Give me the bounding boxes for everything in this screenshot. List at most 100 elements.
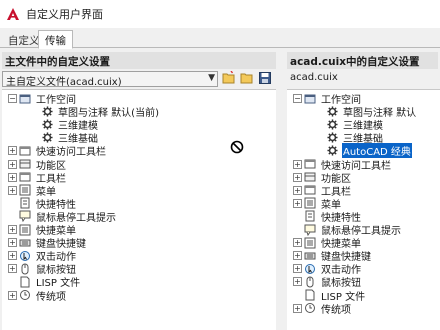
right-tree-item[interactable]: + 快捷菜单 — [293, 236, 362, 250]
left-tree-item[interactable]: + 传统项 — [8, 289, 67, 303]
mouse-icon — [304, 276, 316, 288]
expand-icon[interactable]: + — [293, 264, 302, 274]
right-tree-item[interactable]: 三维建模 — [315, 118, 384, 132]
left-tree-item[interactable]: 鼠标悬停工具提示 — [8, 210, 117, 224]
expand-icon[interactable]: + — [8, 159, 17, 169]
legacy-icon — [19, 289, 31, 301]
menu-icon — [304, 197, 316, 209]
tooltip-icon — [304, 224, 316, 236]
toolbar-icon — [19, 171, 31, 183]
gear-icon — [326, 119, 338, 131]
expand-icon[interactable]: + — [293, 185, 302, 195]
lisp-file-icon — [304, 289, 316, 301]
right-tree-item[interactable]: + 鼠标按钮 — [293, 275, 362, 289]
left-tree-item[interactable]: + 工具栏 — [8, 171, 67, 185]
expand-icon[interactable]: + — [293, 238, 302, 248]
left-tree-item[interactable]: 快捷特性 — [8, 197, 77, 211]
right-tree-item[interactable]: + 工具栏 — [293, 184, 352, 198]
expand-icon[interactable]: + — [293, 159, 302, 169]
properties-icon — [19, 197, 31, 209]
gear-icon — [326, 132, 338, 144]
right-tree-item[interactable]: LISP 文件 — [293, 289, 366, 303]
window-title: 自定义用户界面 — [26, 8, 103, 21]
lisp-file-icon — [19, 276, 31, 288]
left-panel: 主文件中的自定义设置 主自定义文件(acad.cuix) ▼ − 工作空间 草图与注… — [0, 50, 278, 330]
left-tree-item[interactable]: + 键盘快捷键 — [8, 236, 87, 250]
right-panel-header: acad.cuix中的自定义设置 — [287, 52, 438, 69]
not-allowed-cursor-icon — [230, 140, 244, 154]
expand-icon[interactable]: + — [8, 172, 17, 182]
right-tree[interactable]: − 工作空间 草图与注释 默认 三维建模 三维基础 AutoCAD 经典 + 快速访问工具栏 +… — [287, 89, 440, 330]
toolbar-icon — [304, 158, 316, 170]
expand-icon[interactable]: + — [8, 238, 17, 248]
menu-icon — [19, 184, 31, 196]
left-tree-item[interactable]: + 双击动作 — [8, 249, 77, 263]
double-click-icon — [19, 250, 31, 262]
right-tree-item[interactable]: + 功能区 — [293, 171, 352, 185]
expand-icon[interactable]: + — [8, 251, 17, 261]
file-dropdown-value: 主自定义文件(acad.cuix) — [6, 77, 122, 88]
expand-icon[interactable]: + — [8, 185, 17, 195]
expand-icon[interactable]: + — [8, 290, 17, 300]
expand-icon[interactable]: + — [293, 277, 302, 287]
tooltip-icon — [19, 210, 31, 223]
left-tree-item[interactable]: 草图与注释 默认(当前) — [30, 105, 160, 119]
keyboard-icon — [19, 237, 31, 249]
tab-transfer[interactable]: 传输 — [38, 30, 73, 49]
mouse-icon — [19, 263, 31, 275]
right-tree-item[interactable]: + 快速访问工具栏 — [293, 158, 392, 172]
right-tree-item[interactable]: + 双击动作 — [293, 262, 362, 276]
expand-icon[interactable]: + — [8, 146, 17, 156]
expand-icon[interactable]: + — [8, 225, 17, 234]
main-cuix-file-dropdown[interactable]: 主自定义文件(acad.cuix) ▼ — [2, 71, 218, 88]
gear-icon — [41, 119, 53, 131]
chevron-down-icon: ▼ — [208, 73, 215, 83]
right-tree-item[interactable]: + 键盘快捷键 — [293, 249, 372, 263]
gear-icon — [326, 145, 338, 157]
left-tree-item[interactable]: + 快速访问工具栏 — [8, 144, 107, 158]
right-tree-item[interactable]: − 工作空间 — [293, 92, 362, 106]
left-tree-item[interactable]: + 功能区 — [8, 158, 67, 172]
file-tools — [221, 70, 272, 85]
new-file-icon[interactable] — [239, 70, 254, 85]
save-icon[interactable] — [257, 70, 272, 85]
expand-icon[interactable]: + — [293, 172, 302, 182]
left-tree-item[interactable]: LISP 文件 — [8, 275, 81, 289]
legacy-icon — [304, 302, 316, 314]
collapse-icon[interactable]: − — [293, 94, 302, 103]
collapse-icon[interactable]: − — [8, 94, 17, 103]
expand-icon[interactable]: + — [8, 264, 17, 274]
left-tree-item[interactable]: + 菜单 — [8, 184, 57, 198]
right-tree-item[interactable]: 三维基础 — [315, 131, 384, 145]
tree-item-label: 传统项 — [36, 291, 66, 303]
expand-icon[interactable]: + — [293, 303, 302, 313]
expand-icon[interactable]: + — [293, 198, 302, 208]
toolbar-icon — [19, 145, 31, 157]
left-tree-item[interactable]: + 鼠标按钮 — [8, 262, 77, 276]
tab-strip: 自定义 传输 — [0, 28, 440, 49]
right-panel: acad.cuix中的自定义设置 acad.cuix − 工作空间 草图与注释 默认… — [285, 50, 440, 330]
right-tree-item[interactable]: 鼠标悬停工具提示 — [293, 223, 402, 237]
left-tree-item[interactable]: 三维基础 — [30, 131, 99, 145]
open-file-icon[interactable] — [221, 70, 236, 85]
gear-icon — [326, 106, 338, 118]
expand-icon[interactable]: + — [293, 251, 302, 261]
right-tree-item[interactable]: 草图与注释 默认 — [315, 105, 417, 119]
left-tree[interactable]: − 工作空间 草图与注释 默认(当前) 三维建模 三维基础 + 快速访问工具栏 + 功能区 + 工具… — [2, 89, 276, 330]
double-click-icon — [304, 263, 316, 275]
left-tree-item[interactable]: + 快捷菜单 — [8, 223, 77, 237]
panel-splitter[interactable] — [278, 50, 285, 330]
right-tree-item[interactable]: + 传统项 — [293, 302, 352, 316]
left-tree-item[interactable]: − 工作空间 — [8, 92, 77, 106]
workspace-icon — [304, 93, 316, 105]
right-tree-item[interactable]: 快捷特性 — [293, 210, 362, 224]
right-tree-item[interactable]: AutoCAD 经典 — [315, 143, 412, 159]
left-tree-item[interactable]: 三维建模 — [30, 118, 99, 132]
properties-icon — [304, 210, 316, 222]
right-tree-item[interactable]: + 菜单 — [293, 197, 342, 211]
